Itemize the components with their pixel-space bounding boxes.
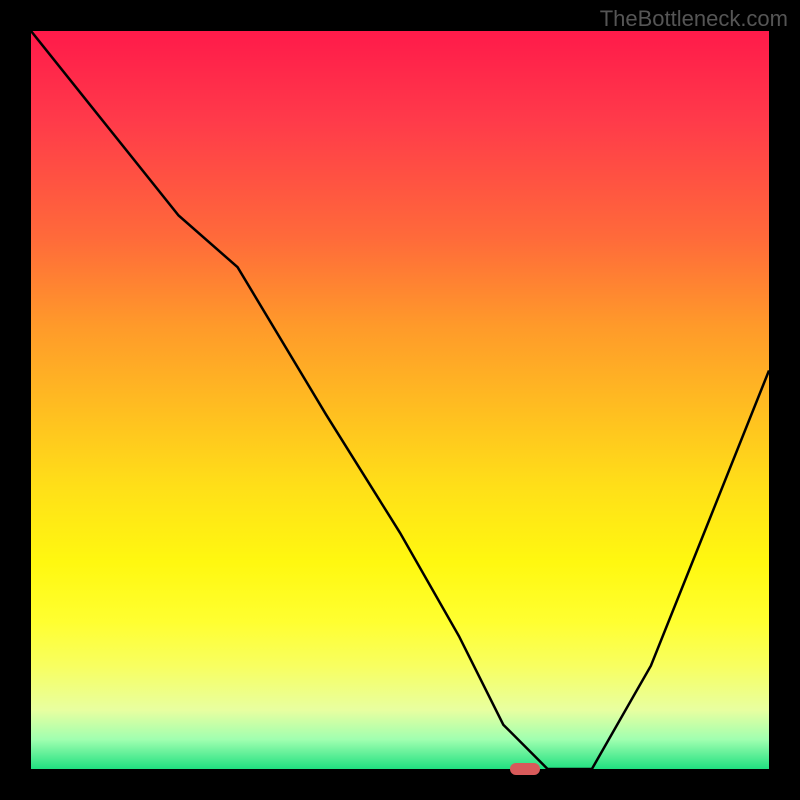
optimal-point-marker (510, 763, 540, 775)
watermark-text: TheBottleneck.com (600, 6, 788, 32)
bottleneck-curve (31, 31, 769, 769)
chart-container: TheBottleneck.com (0, 0, 800, 800)
